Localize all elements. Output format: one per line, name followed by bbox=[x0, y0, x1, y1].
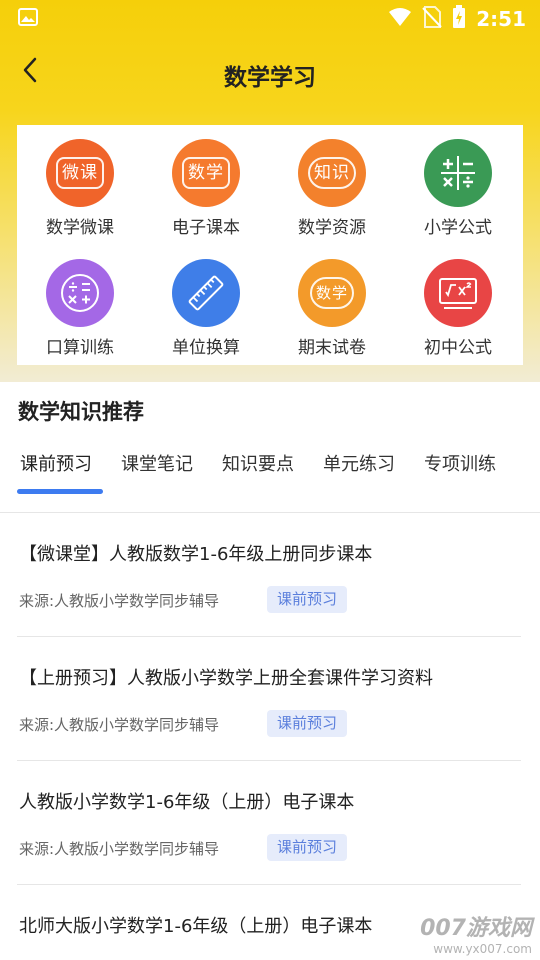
textbook-icon: 数学 bbox=[172, 139, 240, 207]
tab-class-notes[interactable]: 课堂笔记 bbox=[121, 450, 193, 476]
microclass-icon: 微课 bbox=[46, 139, 114, 207]
list-item[interactable]: 【上册预习】人教版小学数学上册全套课件学习资料 来源:人教版小学数学同步辅导 课… bbox=[0, 636, 540, 760]
watermark-url: www.yx007.com bbox=[433, 942, 532, 956]
grid-item-label: 电子课本 bbox=[172, 218, 240, 238]
grid-item-label: 小学公式 bbox=[424, 218, 492, 238]
status-time: 2:51 bbox=[476, 7, 526, 31]
watermark: 007游戏网 www.yx007.com bbox=[420, 910, 532, 956]
grid-item-primary-formulas[interactable]: 小学公式 bbox=[395, 139, 521, 249]
article-title: 人教版小学数学1-6年级（上册）电子课本 bbox=[19, 792, 355, 813]
grid-item-math-microclass[interactable]: 微课 数学微课 bbox=[17, 139, 143, 249]
grid-item-math-resources[interactable]: 知识 数学资源 bbox=[269, 139, 395, 249]
article-tag: 课前预习 bbox=[267, 710, 348, 737]
tab-key-points[interactable]: 知识要点 bbox=[222, 450, 294, 476]
image-icon bbox=[18, 8, 38, 30]
grid-item-unit-conversion[interactable]: 单位换算 bbox=[143, 259, 269, 369]
tab-unit-practice[interactable]: 单元练习 bbox=[323, 450, 395, 476]
grid-item-label: 单位换算 bbox=[172, 338, 240, 358]
math-symbols-icon bbox=[424, 139, 492, 207]
wifi-icon bbox=[388, 7, 412, 31]
watermark-logo: 007游戏网 bbox=[420, 916, 532, 941]
list-item[interactable]: 人教版小学数学1-6年级（上册）电子课本 来源:人教版小学数学同步辅导 课前预习 bbox=[0, 760, 540, 884]
tab-preview[interactable]: 课前预习 bbox=[20, 450, 92, 476]
nav-bar: 数学学习 bbox=[0, 38, 540, 106]
no-sim-icon bbox=[422, 6, 442, 32]
feature-grid: 微课 数学微课 数学 电子课本 知识 数学资源 小学公式 口算训练 单位换算 数… bbox=[17, 125, 523, 365]
article-title: 【上册预习】人教版小学数学上册全套课件学习资料 bbox=[19, 668, 433, 689]
grid-item-label: 期末试卷 bbox=[298, 338, 366, 358]
article-title: 北师大版小学数学1-6年级（上册）电子课本 bbox=[19, 916, 373, 937]
article-source: 来源:人教版小学数学同步辅导 bbox=[19, 840, 220, 858]
knowledge-icon: 知识 bbox=[298, 139, 366, 207]
article-source: 来源:人教版小学数学同步辅导 bbox=[19, 716, 220, 734]
grid-item-e-textbook[interactable]: 数学 电子课本 bbox=[143, 139, 269, 249]
article-tag: 课前预习 bbox=[267, 834, 348, 861]
article-title: 【微课堂】人教版数学1-6年级上册同步课本 bbox=[19, 544, 373, 565]
calculator-symbols-icon bbox=[46, 259, 114, 327]
list-item[interactable]: 【微课堂】人教版数学1-6年级上册同步课本 来源:人教版小学数学同步辅导 课前预… bbox=[0, 512, 540, 636]
tab-special-training[interactable]: 专项训练 bbox=[424, 450, 496, 476]
grid-item-label: 初中公式 bbox=[424, 338, 492, 358]
ruler-icon bbox=[172, 259, 240, 327]
article-source: 来源:人教版小学数学同步辅导 bbox=[19, 592, 220, 610]
exam-paper-icon: 数学 bbox=[298, 259, 366, 327]
status-bar: 2:51 bbox=[0, 0, 540, 38]
formula-board-icon bbox=[424, 259, 492, 327]
grid-item-final-exams[interactable]: 数学 期末试卷 bbox=[269, 259, 395, 369]
grid-item-middle-school-formulas[interactable]: 初中公式 bbox=[395, 259, 521, 369]
battery-charging-icon bbox=[452, 5, 466, 33]
active-tab-indicator bbox=[17, 489, 103, 494]
page-title: 数学学习 bbox=[224, 65, 316, 91]
article-tag: 课前预习 bbox=[267, 586, 348, 613]
section-title: 数学知识推荐 bbox=[18, 400, 144, 424]
grid-item-label: 口算训练 bbox=[46, 338, 114, 358]
grid-item-label: 数学微课 bbox=[46, 218, 114, 238]
grid-item-mental-arithmetic[interactable]: 口算训练 bbox=[17, 259, 143, 369]
grid-item-label: 数学资源 bbox=[298, 218, 366, 238]
